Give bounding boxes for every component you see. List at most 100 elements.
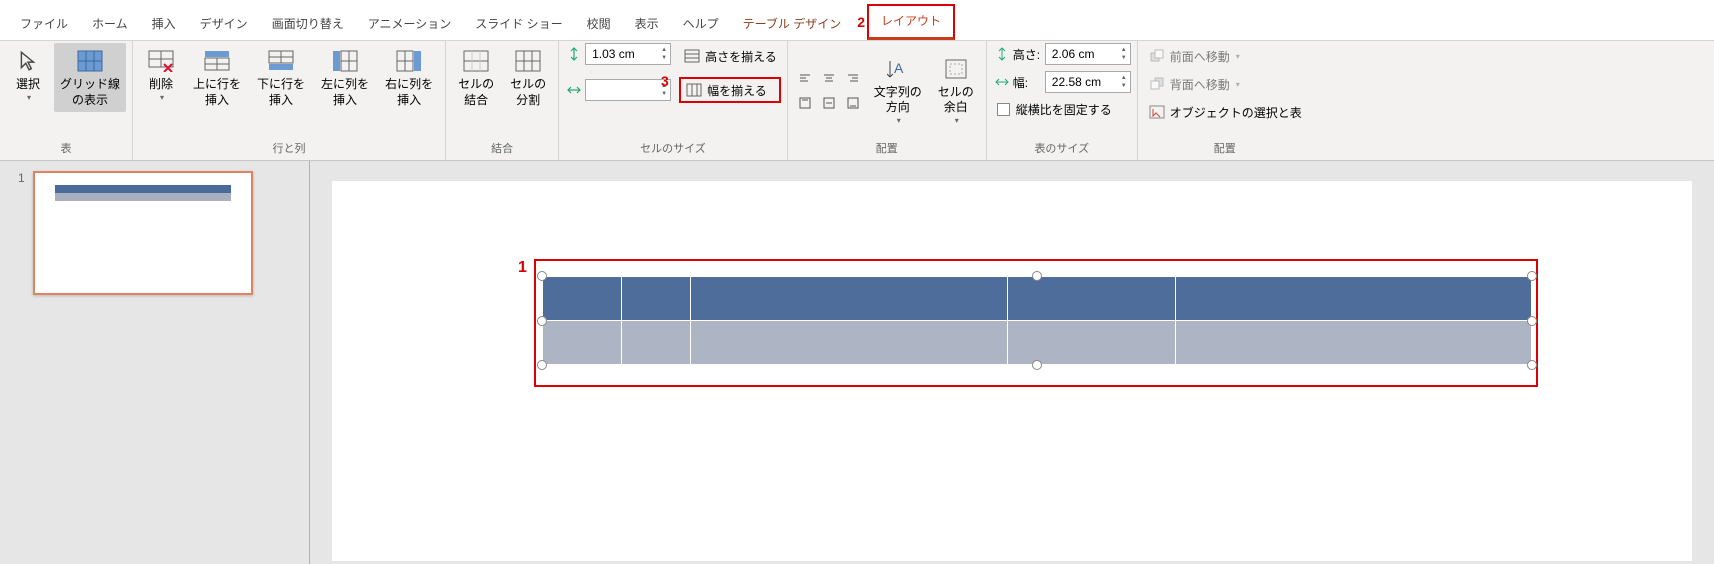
tab-file[interactable]: ファイル [8, 9, 80, 40]
send-backward-button[interactable]: 背面へ移動 ▾ [1144, 71, 1306, 97]
tab-help[interactable]: ヘルプ [671, 9, 731, 40]
bring-forward-button[interactable]: 前面へ移動 ▾ [1144, 43, 1306, 69]
table-row[interactable] [543, 321, 1532, 365]
distribute-cols-button[interactable]: 幅を揃える [679, 77, 781, 103]
spin-down[interactable]: ▼ [1118, 82, 1130, 90]
slide-table[interactable] [542, 276, 1532, 365]
tab-insert[interactable]: 挿入 [140, 9, 188, 40]
align-top-center[interactable] [818, 68, 840, 90]
table-height-field[interactable] [1046, 45, 1118, 63]
cell-width-field[interactable] [586, 81, 658, 99]
bring-forward-label: 前面へ移動 [1170, 48, 1230, 65]
annotation-3: 3 [661, 73, 669, 89]
lock-aspect-label: 縦横比を固定する [1016, 101, 1112, 118]
align-top-right[interactable] [842, 68, 864, 90]
gridlines-label: グリッド線 の表示 [60, 77, 120, 108]
group-arrange: 前面へ移動 ▾ 背面へ移動 ▾ オブジェクトの選択と表 配 [1138, 41, 1312, 160]
split-icon [514, 47, 542, 75]
tab-transitions[interactable]: 画面切り替え [260, 9, 356, 40]
group-table-label: 表 [6, 138, 126, 158]
select-label: 選択 [16, 77, 40, 93]
table-row[interactable] [543, 277, 1532, 321]
tab-animations[interactable]: アニメーション [356, 9, 464, 40]
tab-design[interactable]: デザイン [188, 9, 260, 40]
table-width-label: 幅: [1013, 74, 1043, 91]
tab-home[interactable]: ホーム [80, 9, 140, 40]
cell-width-input[interactable]: ▲▼ [585, 79, 671, 101]
tab-slideshow[interactable]: スライド ショー [463, 9, 574, 40]
align-top-left[interactable] [794, 68, 816, 90]
insert-below-label: 下に行を 挿入 [257, 77, 305, 108]
valign-bottom[interactable] [842, 92, 864, 114]
distribute-cols-label: 幅を揃える [707, 82, 767, 99]
cell-height-field[interactable] [586, 45, 658, 63]
insert-col-left-button[interactable]: 左に列を 挿入 [315, 43, 375, 112]
insert-col-right-button[interactable]: 右に列を 挿入 [379, 43, 439, 112]
select-button[interactable]: 選択 ▾ [6, 43, 50, 107]
split-label: セルの 分割 [510, 77, 546, 108]
text-direction-button[interactable]: A 文字列の 方向 ▾ [868, 51, 928, 131]
insert-row-above-button[interactable]: 上に行を 挿入 [187, 43, 247, 112]
chevron-down-icon: ▾ [1236, 52, 1240, 61]
checkbox-icon [997, 103, 1010, 116]
table-height-label: 高さ: [1013, 46, 1043, 63]
insert-left-label: 左に列を 挿入 [321, 77, 369, 108]
lock-aspect-checkbox[interactable]: 縦横比を固定する [993, 99, 1131, 120]
spin-up[interactable]: ▲ [1118, 46, 1130, 54]
table-width-field[interactable] [1046, 73, 1118, 91]
table-height-icon [993, 45, 1011, 63]
svg-text:A: A [894, 60, 904, 76]
spin-down[interactable]: ▼ [1118, 54, 1130, 62]
slide[interactable]: 1 [332, 181, 1692, 561]
split-cells-button[interactable]: セルの 分割 [504, 43, 552, 112]
tab-view[interactable]: 表示 [623, 9, 671, 40]
group-arrange-label: 配置 [1144, 138, 1306, 158]
table-width-input[interactable]: ▲▼ [1045, 71, 1131, 93]
group-cell-size-label: セルのサイズ [565, 138, 781, 158]
valign-top[interactable] [794, 92, 816, 114]
chevron-down-icon: ▾ [897, 116, 901, 126]
send-backward-icon [1148, 75, 1166, 93]
spin-up[interactable]: ▲ [658, 46, 670, 54]
distribute-rows-icon [683, 47, 701, 65]
chevron-down-icon: ▾ [27, 93, 31, 103]
group-alignment-label: 配置 [794, 138, 980, 158]
delete-button[interactable]: 削除 ▾ [139, 43, 183, 107]
spin-up[interactable]: ▲ [1118, 74, 1130, 82]
selection-pane-button[interactable]: オブジェクトの選択と表 [1144, 99, 1306, 125]
thumbnails-panel[interactable]: 1 [0, 161, 310, 564]
spin-down[interactable]: ▼ [658, 54, 670, 62]
group-merge: セルの 結合 セルの 分割 結合 [446, 41, 559, 160]
merge-cells-button[interactable]: セルの 結合 [452, 43, 500, 112]
table-height-input[interactable]: ▲▼ [1045, 43, 1131, 65]
gridlines-button[interactable]: グリッド線 の表示 [54, 43, 126, 112]
annotation-2: 2 [857, 14, 865, 30]
slide-thumbnail-1[interactable]: 1 [18, 171, 291, 295]
insert-right-label: 右に列を 挿入 [385, 77, 433, 108]
cursor-icon [14, 47, 42, 75]
bring-forward-icon [1148, 47, 1166, 65]
ribbon-tabs: ファイル ホーム 挿入 デザイン 画面切り替え アニメーション スライド ショー… [0, 0, 1714, 41]
tab-review[interactable]: 校閲 [575, 9, 623, 40]
delete-label: 削除 [149, 77, 173, 93]
insert-above-icon [203, 47, 231, 75]
insert-right-icon [395, 47, 423, 75]
group-table-size-label: 表のサイズ [993, 138, 1131, 158]
group-table: 選択 ▾ グリッド線 の表示 表 [0, 41, 133, 160]
text-direction-label: 文字列の 方向 [874, 85, 922, 116]
slide-canvas-area[interactable]: 1 [310, 161, 1714, 564]
cell-height-input[interactable]: ▲▼ [585, 43, 671, 65]
valign-middle[interactable] [818, 92, 840, 114]
selection-pane-icon [1148, 103, 1166, 121]
group-table-size: 高さ: ▲▼ 幅: ▲▼ [987, 41, 1138, 160]
ribbon: 選択 ▾ グリッド線 の表示 表 削除 ▾ [0, 41, 1714, 161]
distribute-rows-button[interactable]: 高さを揃える [679, 43, 781, 69]
tab-table-design[interactable]: テーブル デザイン [731, 9, 854, 40]
cell-margins-button[interactable]: セルの 余白 ▾ [932, 51, 980, 131]
merge-icon [462, 47, 490, 75]
thumbnail-preview [33, 171, 253, 295]
insert-row-below-button[interactable]: 下に行を 挿入 [251, 43, 311, 112]
table-delete-icon [147, 47, 175, 75]
tab-layout[interactable]: レイアウト [867, 4, 955, 40]
spin-down[interactable]: ▼ [658, 90, 670, 98]
